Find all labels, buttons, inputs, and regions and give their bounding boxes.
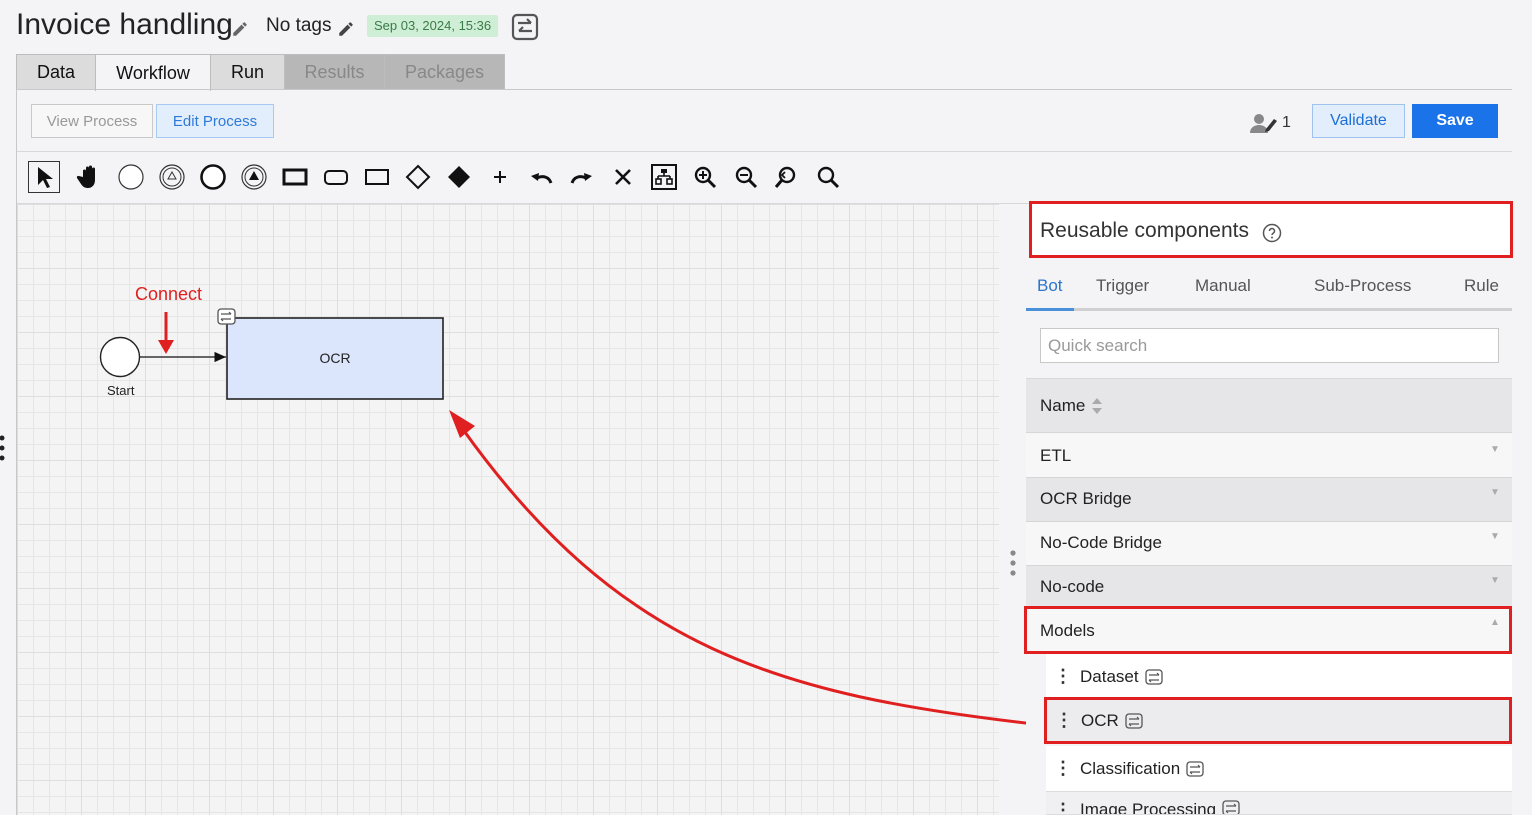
drag-handle-icon[interactable]: ⋮ — [1046, 666, 1080, 687]
user-edit-icon — [1250, 114, 1277, 133]
toolbar-divider — [17, 151, 1512, 152]
date-badge: Sep 03, 2024, 15:36 — [367, 15, 499, 37]
tab-workflow[interactable]: Workflow — [95, 54, 211, 91]
chevron-down-icon: ▼ — [1490, 531, 1500, 542]
component-dataset-label: Dataset — [1080, 666, 1139, 686]
panel-title: Reusable components — [1040, 219, 1249, 242]
quick-search-input[interactable] — [1040, 328, 1499, 363]
edit-tags-icon[interactable] — [337, 20, 355, 38]
hand-tool-icon[interactable] — [69, 158, 110, 196]
panel-tab-manual[interactable]: Manual — [1195, 276, 1251, 296]
chevron-down-icon: ▼ — [1490, 444, 1500, 455]
delete-tool-icon[interactable] — [602, 158, 643, 196]
tab-run[interactable]: Run — [210, 54, 285, 90]
drag-handle-icon[interactable]: ⋮ — [1046, 758, 1080, 779]
drag-handle-icon[interactable]: ⋮ — [1046, 800, 1080, 814]
panel-tab-active-indicator — [1026, 308, 1074, 311]
group-ocr-bridge-label: OCR Bridge — [1040, 489, 1132, 508]
save-button[interactable]: Save — [1412, 104, 1498, 138]
link-icon — [1186, 760, 1204, 777]
name-header-label: Name — [1040, 396, 1103, 416]
zoom-fit-tool-icon[interactable] — [807, 158, 848, 196]
undo-tool-icon[interactable] — [520, 158, 561, 196]
panel-tab-trigger[interactable]: Trigger — [1096, 276, 1149, 296]
help-icon[interactable] — [1262, 223, 1282, 243]
component-image-processing-label: Image Processing — [1080, 800, 1217, 815]
group-no-code-bridge-label: No-Code Bridge — [1040, 533, 1162, 552]
edit-process-button[interactable]: Edit Process — [156, 104, 274, 138]
zoom-out-tool-icon[interactable] — [725, 158, 766, 196]
component-dataset[interactable]: ⋮ Dataset — [1046, 654, 1512, 700]
tab-data[interactable]: Data — [16, 54, 96, 90]
group-etl-label: ETL — [1040, 446, 1072, 465]
chevron-up-icon: ▲ — [1490, 617, 1500, 628]
exclusive-gateway-tool-icon[interactable] — [438, 158, 479, 196]
group-no-code-label: No-code — [1040, 577, 1105, 596]
link-icon — [1125, 712, 1143, 729]
panel-tabs-underline — [1026, 308, 1512, 311]
connect-annotation: Connect — [135, 284, 203, 304]
left-resize-handle[interactable] — [0, 434, 6, 467]
pool-tool-icon[interactable] — [356, 158, 397, 196]
add-tool-icon[interactable] — [479, 158, 520, 196]
process-link-icon[interactable] — [510, 12, 540, 42]
start-event-label: Start — [107, 383, 135, 398]
redo-tool-icon[interactable] — [561, 158, 602, 196]
intermediate-event-tool-icon[interactable] — [151, 158, 192, 196]
tags-label[interactable]: No tags — [266, 15, 331, 37]
layout-tool-icon[interactable] — [643, 158, 684, 196]
drag-handle-icon[interactable]: ⋮ — [1047, 710, 1081, 731]
zoom-in-tool-icon[interactable] — [684, 158, 725, 196]
editors-count: 1 — [1282, 114, 1291, 131]
tab-results[interactable]: Results — [284, 54, 385, 90]
select-tool-icon[interactable] — [28, 161, 60, 193]
editors-indicator[interactable]: 1 — [1249, 111, 1291, 135]
link-icon — [1222, 800, 1240, 814]
start-event-tool-icon[interactable] — [110, 158, 151, 196]
panel-tab-bot[interactable]: Bot — [1037, 276, 1063, 296]
chevron-down-icon: ▼ — [1490, 487, 1500, 498]
edit-title-icon[interactable] — [231, 20, 249, 38]
tab-packages[interactable]: Packages — [384, 54, 505, 90]
page-title: Invoice handling — [16, 8, 233, 41]
validate-button[interactable]: Validate — [1312, 104, 1405, 138]
panel-tab-subprocess[interactable]: Sub-Process — [1314, 276, 1411, 296]
diagram-toolbar — [28, 158, 848, 196]
gateway-tool-icon[interactable] — [397, 158, 438, 196]
component-classification[interactable]: ⋮ Classification — [1046, 746, 1512, 792]
panel-resize-handle[interactable] — [1009, 548, 1017, 583]
escalation-event-tool-icon[interactable] — [233, 158, 274, 196]
panel-tab-rule[interactable]: Rule — [1464, 276, 1499, 296]
link-icon — [1144, 668, 1163, 685]
component-ocr[interactable]: ⋮ OCR — [1044, 697, 1512, 744]
chevron-down-icon: ▼ — [1490, 575, 1500, 586]
component-ocr-label: OCR — [1081, 710, 1119, 730]
subprocess-tool-icon[interactable] — [315, 158, 356, 196]
zoom-reset-tool-icon[interactable] — [766, 158, 807, 196]
group-models[interactable] — [1024, 606, 1512, 654]
component-image-processing[interactable]: ⋮ Image Processing — [1046, 792, 1512, 815]
task-tool-icon[interactable] — [274, 158, 315, 196]
end-event-tool-icon[interactable] — [192, 158, 233, 196]
sort-icon[interactable] — [1091, 397, 1103, 415]
ocr-task-label: OCR — [319, 350, 351, 366]
group-etl[interactable] — [1026, 434, 1512, 478]
group-models-label: Models — [1040, 621, 1095, 640]
component-classification-label: Classification — [1080, 758, 1181, 778]
view-process-button[interactable]: View Process — [31, 104, 153, 138]
